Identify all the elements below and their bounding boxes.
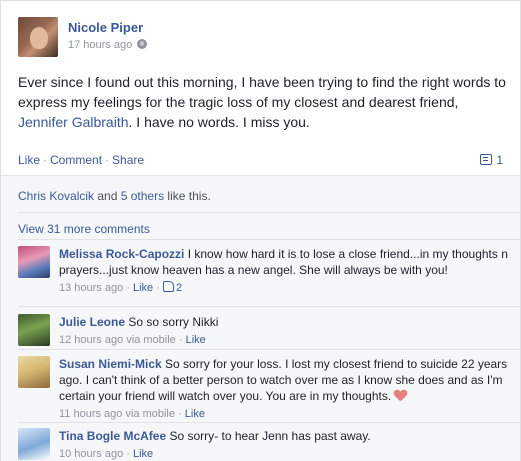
heart-emoticon-icon: [394, 390, 407, 402]
comment-button[interactable]: Comment: [50, 153, 102, 167]
divider: [18, 239, 520, 240]
commenter-name[interactable]: Tina Bogle McAfee: [59, 429, 166, 443]
commenter-avatar[interactable]: [18, 314, 50, 346]
post-text-after: . I have no words. I miss you.: [128, 114, 310, 130]
comment-count-link[interactable]: 1: [480, 153, 503, 167]
comment-like-button[interactable]: Like: [186, 334, 206, 346]
commenter-name[interactable]: Julie Leone: [59, 315, 125, 329]
comment-like-count-value: 2: [175, 282, 183, 294]
like-button[interactable]: Like: [18, 153, 40, 167]
liker-name-link[interactable]: Chris Kovalcik: [18, 189, 94, 203]
comment-body: Julie Leone So so sorry Nikki 12 hours a…: [59, 314, 508, 348]
comments-section: Chris Kovalcik and 5 others like this. V…: [1, 175, 520, 461]
likes-suffix: like this.: [164, 189, 211, 203]
post-actions: Like · Comment · Share: [18, 153, 144, 167]
others-likers-link[interactable]: 5 others: [121, 189, 164, 203]
comment-via: via mobile: [122, 408, 175, 420]
tagged-friend-link[interactable]: Jennifer Galbraith: [18, 114, 129, 130]
comment-timestamp[interactable]: 10 hours ago: [59, 448, 123, 460]
comment-bubble-icon: [480, 154, 493, 165]
comment-like-button[interactable]: Like: [133, 282, 153, 294]
divider: [18, 349, 520, 350]
commenter-avatar[interactable]: [18, 356, 50, 388]
comment-count-value: 1: [496, 153, 503, 167]
divider: [18, 212, 520, 213]
author-name[interactable]: Nicole Piper: [68, 20, 143, 35]
comment-timestamp[interactable]: 11 hours ago: [59, 408, 122, 420]
comment-via: via mobile: [123, 334, 176, 346]
post-text-before: Ever since I found out this morning, I h…: [18, 74, 506, 110]
comment-body: Tina Bogle McAfee So sorry- to hear Jenn…: [59, 428, 508, 461]
comment-timestamp[interactable]: 13 hours ago: [59, 282, 123, 294]
comment-like-button[interactable]: Like: [185, 408, 205, 420]
commenter-avatar[interactable]: [18, 246, 50, 278]
thumbs-up-icon: [162, 281, 174, 292]
comment-text: So so sorry Nikki: [128, 315, 219, 329]
share-button[interactable]: Share: [112, 153, 144, 167]
author-avatar[interactable]: [18, 17, 58, 57]
comment-meta: 11 hours ago via mobile · Like: [59, 408, 205, 420]
comment-meta: 12 hours ago via mobile · Like: [59, 334, 206, 346]
likes-connector: and: [94, 189, 121, 203]
commenter-name[interactable]: Melissa Rock-Capozzi: [59, 247, 184, 261]
comment-body: Melissa Rock-Capozzi I know how hard it …: [59, 246, 508, 296]
separator-dot: ·: [43, 153, 48, 167]
post-meta: 17 hours ago: [68, 39, 148, 51]
comment-timestamp[interactable]: 12 hours ago: [59, 334, 123, 346]
comment-meta: 10 hours ago · Like: [59, 448, 154, 460]
separator-dot: ·: [105, 153, 110, 167]
post-timestamp[interactable]: 17 hours ago: [68, 39, 132, 51]
comment-like-count[interactable]: 2: [162, 281, 183, 294]
comment-meta: 13 hours ago · Like · 2: [59, 281, 183, 294]
divider: [18, 422, 520, 423]
post-card: Nicole Piper 17 hours ago Ever since I f…: [0, 0, 521, 461]
globe-icon[interactable]: [137, 39, 148, 49]
comment-body: Susan Niemi-Mick So sorry for your loss.…: [59, 356, 508, 422]
comment-text: So sorry- to hear Jenn has past away.: [169, 429, 371, 443]
commenter-avatar[interactable]: [18, 428, 50, 460]
view-more-comments-link[interactable]: View 31 more comments: [18, 222, 150, 236]
comment-like-button[interactable]: Like: [133, 448, 153, 460]
likes-summary: Chris Kovalcik and 5 others like this.: [18, 189, 211, 203]
commenter-name[interactable]: Susan Niemi-Mick: [59, 357, 162, 371]
post-text: Ever since I found out this morning, I h…: [18, 72, 508, 132]
divider: [18, 306, 520, 307]
